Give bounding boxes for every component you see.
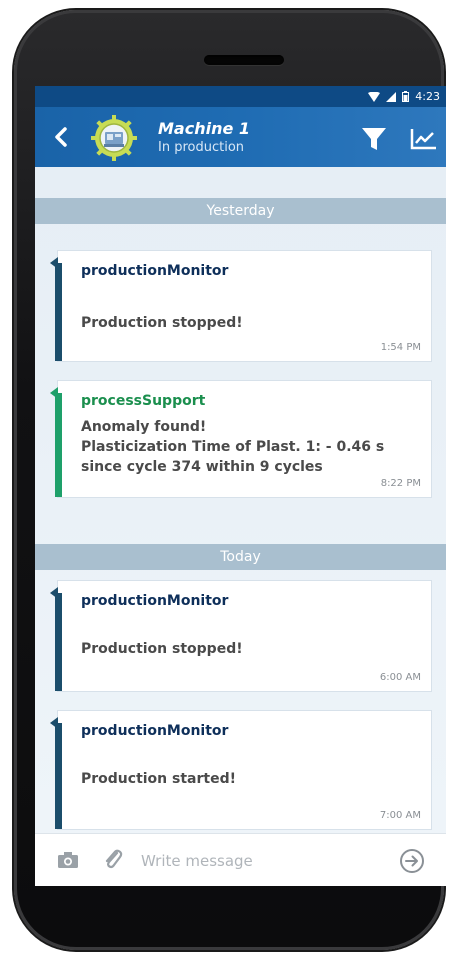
message-time: 1:54 PM (380, 342, 421, 353)
message-notch (50, 387, 58, 399)
title-block: Machine 1 In production (158, 119, 250, 156)
day-divider-yesterday: Yesterday (35, 198, 446, 224)
camera-icon[interactable] (57, 851, 79, 869)
app-screen: 4:23 Machine 1 In production Yesterday p… (35, 86, 446, 886)
status-time: 4:23 (415, 90, 440, 103)
message-notch (50, 717, 58, 729)
message-time: 6:00 AM (379, 672, 421, 683)
message-composer (35, 833, 446, 886)
message-time: 8:22 PM (380, 478, 421, 489)
trend-chart-icon[interactable] (410, 127, 438, 151)
message-text: Production started! (81, 771, 236, 787)
message-card[interactable]: productionMonitor Production stopped! 6:… (50, 580, 432, 692)
app-header: Machine 1 In production (35, 107, 446, 167)
chevron-left-icon (55, 127, 67, 147)
message-sender: productionMonitor (81, 593, 229, 609)
signal-icon (386, 91, 397, 102)
back-button[interactable] (49, 123, 73, 151)
message-sender: productionMonitor (81, 723, 229, 739)
earpiece-speaker (204, 55, 284, 65)
message-accent-bar (55, 723, 62, 829)
message-text: Anomaly found! Plasticization Time of Pl… (81, 419, 385, 475)
status-bar: 4:23 (35, 86, 446, 107)
message-accent-bar (55, 593, 62, 691)
message-card[interactable]: processSupport Anomaly found! Plasticiza… (50, 380, 432, 498)
wifi-icon (368, 91, 381, 102)
battery-icon (402, 91, 410, 102)
message-sender: processSupport (81, 393, 206, 409)
message-card[interactable]: productionMonitor Production stopped! 1:… (50, 250, 432, 362)
filter-icon[interactable] (361, 126, 387, 152)
message-notch (50, 587, 58, 599)
message-text: Production stopped! (81, 641, 243, 657)
machine-status: In production (158, 140, 245, 155)
message-sender: productionMonitor (81, 263, 229, 279)
message-notch (50, 257, 58, 269)
machine-avatar-icon (91, 115, 137, 161)
paperclip-icon[interactable] (103, 848, 123, 870)
message-accent-bar (55, 263, 62, 361)
page-title: Machine 1 (158, 119, 251, 138)
message-time: 7:00 AM (379, 810, 421, 821)
message-input[interactable] (139, 846, 373, 876)
message-accent-bar (55, 393, 62, 497)
send-arrow-icon[interactable] (399, 848, 425, 874)
message-text: Production stopped! (81, 315, 243, 331)
day-divider-today: Today (35, 544, 446, 570)
message-list[interactable]: Yesterday productionMonitor Production s… (35, 167, 446, 833)
message-card[interactable]: productionMonitor Production started! 7:… (50, 710, 432, 830)
